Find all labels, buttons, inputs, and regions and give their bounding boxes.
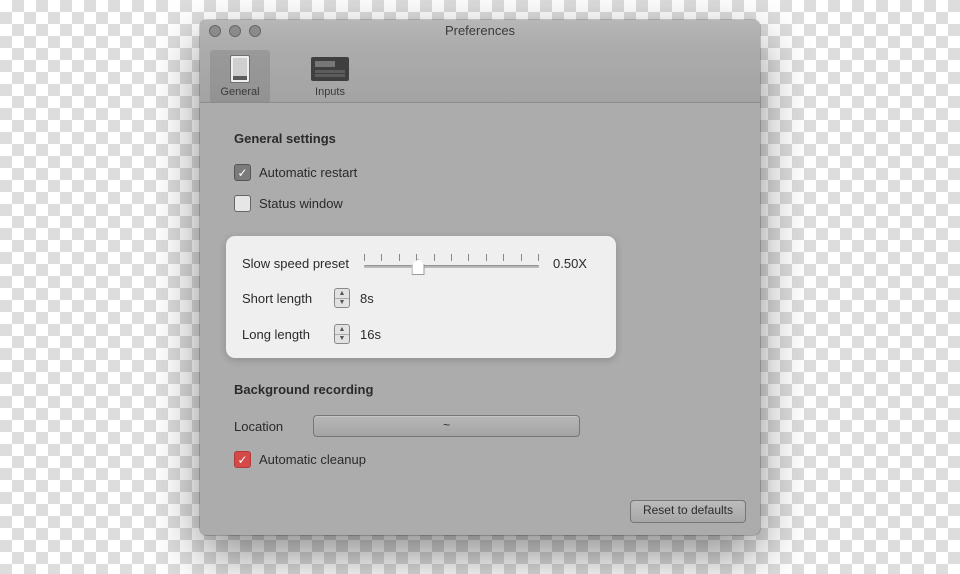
status-window-checkbox[interactable] [234,195,251,212]
toolbar: General Inputs [200,42,760,103]
preferences-window: Preferences General Inputs General setti… [200,20,760,535]
tab-inputs[interactable]: Inputs [300,50,360,102]
short-length-value: 8s [360,291,374,306]
speed-card: Slow speed preset 0.50X Short length ▲ ▼ [226,236,616,358]
long-length-value: 16s [360,327,381,342]
tab-inputs-label: Inputs [300,86,360,98]
long-length-label: Long length [242,327,334,342]
location-label: Location [234,419,283,434]
general-icon [230,55,250,83]
auto-cleanup-checkbox[interactable]: ✓ [234,451,251,468]
chevron-up-icon[interactable]: ▲ [335,289,349,299]
chevron-up-icon[interactable]: ▲ [335,325,349,335]
slow-speed-slider[interactable] [364,254,539,272]
auto-restart-label: Automatic restart [259,165,357,180]
titlebar[interactable]: Preferences [200,20,760,42]
long-length-stepper[interactable]: ▲ ▼ [334,324,350,344]
background-heading: Background recording [234,382,726,397]
location-button[interactable]: ~ [313,415,580,437]
general-heading: General settings [234,131,726,146]
auto-restart-checkbox[interactable]: ✓ [234,164,251,181]
short-length-label: Short length [242,291,334,306]
inputs-icon [311,57,349,81]
slow-speed-value: 0.50X [553,256,587,271]
auto-cleanup-label: Automatic cleanup [259,452,366,467]
chevron-down-icon[interactable]: ▼ [335,299,349,308]
reset-button[interactable]: Reset to defaults [630,500,746,523]
short-length-stepper[interactable]: ▲ ▼ [334,288,350,308]
chevron-down-icon[interactable]: ▼ [335,335,349,344]
window-title: Preferences [200,23,760,38]
slider-thumb-icon[interactable] [412,259,425,275]
slow-speed-label: Slow speed preset [242,256,364,271]
tab-general[interactable]: General [210,50,270,102]
tab-general-label: General [210,86,270,98]
status-window-label: Status window [259,196,343,211]
